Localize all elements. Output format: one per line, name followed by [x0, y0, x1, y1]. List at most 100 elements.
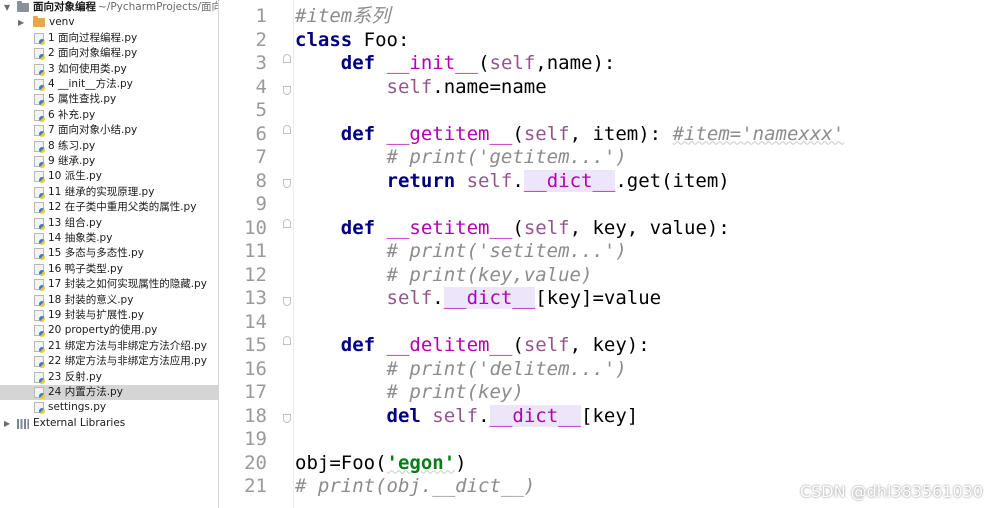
- code-line-18[interactable]: del self.__dict__[key]: [295, 404, 638, 429]
- tree-item-file[interactable]: 7 面向对象小结.py: [0, 123, 218, 138]
- code-line-7[interactable]: # print('getitem...'): [295, 146, 627, 170]
- code-line-2[interactable]: class Foo:: [295, 29, 409, 53]
- code-line-13[interactable]: self.__dict__[key]=value: [295, 287, 661, 311]
- line-number: 11: [244, 240, 267, 262]
- python-file-icon: [34, 48, 45, 61]
- code-line-16[interactable]: # print('delitem...'): [295, 358, 627, 382]
- line-number: 12: [244, 263, 267, 286]
- code-line-8[interactable]: return self.__dict__.get(item): [295, 169, 730, 194]
- folder-icon: [33, 16, 45, 28]
- code-text: , key, value):: [569, 216, 730, 239]
- method-name: __setitem__: [386, 216, 513, 239]
- line-number: 7: [255, 146, 267, 168]
- tree-item-file[interactable]: 3 如何使用类.py: [0, 62, 218, 77]
- tree-item-file[interactable]: 12 在子类中重用父类的属性.py: [0, 200, 218, 215]
- self-keyword: self: [523, 334, 570, 356]
- line-number: 9: [255, 193, 267, 215]
- tree-root-project[interactable]: ▼ 面向对象编程 ~/PycharmProjects/面向: [0, 0, 218, 15]
- tree-item-venv[interactable]: ▶ venv: [0, 15, 218, 30]
- tree-item-file[interactable]: 20 property的使用.py: [0, 323, 218, 338]
- tree-item-file[interactable]: 1 面向过程编程.py: [0, 31, 218, 46]
- tree-item-file[interactable]: 14 抽象类.py: [0, 231, 218, 246]
- fold-marker-icon[interactable]: [283, 219, 291, 228]
- code-line-17[interactable]: # print(key): [295, 381, 524, 405]
- tree-item-file[interactable]: 23 反射.py: [0, 370, 218, 385]
- tree-item-file[interactable]: 13 组合.py: [0, 216, 218, 231]
- python-file-icon: [34, 387, 45, 399]
- line-number: 13: [244, 287, 267, 309]
- tree-item-file[interactable]: 9 继承.py: [0, 154, 218, 169]
- code-line-6[interactable]: def __getitem__(self, item): #item='name…: [295, 123, 844, 147]
- code-line-11[interactable]: # print('setitem...'): [295, 240, 627, 264]
- code-line-21[interactable]: # print(obj.__dict__): [295, 475, 535, 499]
- keyword: class: [295, 28, 353, 51]
- tree-item-label: 17 封装之如何实现属性的隐藏.py: [48, 278, 207, 291]
- project-name: 面向对象编程: [33, 1, 96, 13]
- folder-icon: [17, 1, 29, 12]
- tree-item-label: 7 面向对象小结.py: [48, 124, 138, 137]
- python-file-icon: [34, 94, 45, 107]
- fold-marker-icon[interactable]: [283, 297, 291, 306]
- tree-item-file[interactable]: 17 封装之如何实现属性的隐藏.py: [0, 277, 218, 292]
- python-file-icon: [34, 310, 45, 322]
- tree-item-label: 9 继承.py: [48, 155, 96, 167]
- tree-item-file[interactable]: 10 派生.py: [0, 169, 218, 184]
- code-line-3[interactable]: def __init__(self,name):: [295, 52, 616, 76]
- project-tree: ▼ 面向对象编程 ~/PycharmProjects/面向 ▶ venv 1 面…: [0, 0, 219, 508]
- fold-marker-icon[interactable]: [283, 414, 291, 423]
- tree-item-label: 21 绑定方法与非绑定方法介绍.py: [48, 339, 207, 352]
- code-line-10[interactable]: def __setitem__(self, key, value):: [295, 217, 730, 241]
- tree-item-label: 1 面向过程编程.py: [48, 31, 138, 44]
- code-editor[interactable]: 1 2 3 4 5 6 7 8 9 10 11 12 13 14 15 16 17 18 19 20 21 #item系…: [219, 0, 997, 508]
- tree-item-file[interactable]: 21 绑定方法与非绑定方法介绍.py: [0, 339, 218, 354]
- fold-marker-icon[interactable]: [283, 336, 291, 345]
- self-keyword: self: [466, 169, 513, 192]
- tree-item-file[interactable]: 15 多态与多态性.py: [0, 246, 218, 261]
- code-line-1[interactable]: #item系列: [295, 5, 390, 29]
- tree-item-label: 23 反射.py: [48, 370, 102, 383]
- comment: # print(key): [386, 381, 524, 403]
- collapse-arrow-icon[interactable]: ▶: [4, 416, 10, 431]
- tree-item-file[interactable]: 24 内置方法.py: [0, 385, 218, 401]
- fold-marker-icon[interactable]: [283, 86, 291, 95]
- code-line-4[interactable]: self.name=name: [295, 76, 547, 100]
- tree-item-file[interactable]: 22 绑定方法与非绑定方法应用.py: [0, 354, 218, 369]
- tree-item-label: 18 封装的意义.py: [48, 293, 134, 306]
- tree-item-external-libraries[interactable]: ▶ External Libraries: [0, 416, 218, 431]
- fold-marker-icon[interactable]: [283, 54, 291, 63]
- comment: # print(key,value): [386, 263, 593, 286]
- tree-item-file[interactable]: 2 面向对象编程.py: [0, 46, 218, 61]
- collapse-arrow-icon[interactable]: ▶: [18, 15, 24, 30]
- tree-item-label: 11 继承的实现原理.py: [48, 185, 155, 198]
- code-text: [key]=value: [535, 287, 662, 309]
- code-line-15[interactable]: def __delitem__(self, key):: [295, 334, 650, 358]
- tree-item-file[interactable]: 5 属性查找.py: [0, 92, 218, 107]
- fold-marker-icon[interactable]: [283, 125, 291, 134]
- tree-item-label: 20 property的使用.py: [48, 324, 158, 337]
- tree-item-file[interactable]: 19 封装与扩展性.py: [0, 308, 218, 323]
- code-line-12[interactable]: # print(key,value): [295, 263, 593, 288]
- python-file-icon: [34, 109, 45, 122]
- tree-item-file[interactable]: 11 继承的实现原理.py: [0, 185, 218, 200]
- method-name: __delitem__: [386, 334, 513, 356]
- code-line-20[interactable]: obj=Foo('egon'): [295, 452, 467, 476]
- line-number: 20: [244, 451, 267, 474]
- tree-item-label: 14 抽象类.py: [48, 232, 113, 244]
- expand-arrow-icon[interactable]: ▼: [4, 0, 10, 15]
- fold-marker-icon[interactable]: [283, 179, 291, 188]
- code-text: .name=name: [432, 75, 547, 98]
- tree-item-file[interactable]: 8 练习.py: [0, 139, 218, 154]
- code-text: , key):: [569, 334, 650, 356]
- tree-item-label: 3 如何使用类.py: [48, 62, 127, 75]
- method-name: __getitem__: [386, 122, 513, 145]
- tree-item-file[interactable]: 6 补充.py: [0, 108, 218, 123]
- project-path: ~/PycharmProjects/面向: [98, 1, 218, 13]
- tree-item-label: 6 补充.py: [48, 108, 96, 121]
- keyword: def: [340, 334, 376, 356]
- tree-item-file[interactable]: settings.py: [0, 400, 218, 415]
- line-number: 5: [255, 99, 267, 121]
- tree-item-file[interactable]: 16 鸭子类型.py: [0, 262, 218, 277]
- tree-item-label: External Libraries: [33, 416, 126, 429]
- tree-item-file[interactable]: 18 封装的意义.py: [0, 293, 218, 308]
- tree-item-file[interactable]: 4 __init__方法.py: [0, 77, 218, 92]
